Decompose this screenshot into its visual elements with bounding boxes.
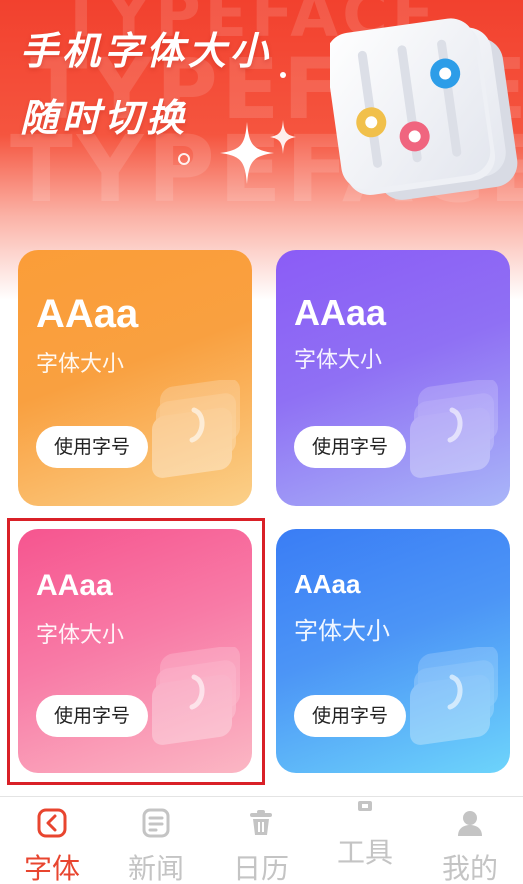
font-size-card[interactable]: AAaa 字体大小 使用字号 [18,529,252,773]
font-size-card[interactable]: AAaa 字体大小 使用字号 [276,529,510,773]
sparkle-icon [220,122,274,184]
font-sample-text: AAaa [294,569,361,599]
news-icon [142,808,170,838]
trash-icon [250,810,272,835]
use-font-size-button[interactable]: 使用字号 [36,695,149,737]
banner-title-line1: 手机字体大小 [20,29,273,73]
tab-label: 日历 [232,852,289,884]
card-label: 字体大小 [294,348,383,373]
font-tile-icon [410,647,498,745]
tab-mine[interactable]: 我的 [418,797,522,884]
font-icon [37,808,67,838]
font-tile-icon [152,380,240,478]
tab-calendar[interactable]: 日历 [209,797,313,884]
user-icon [458,811,482,836]
tab-tools[interactable]: 工具 [313,797,417,884]
tab-label: 工具 [336,836,393,869]
use-font-size-button[interactable]: 使用字号 [294,695,407,737]
sparkle-icon [270,120,296,154]
dot-decoration [280,72,286,78]
font-size-card[interactable]: AAaa 字体大小 使用字号 [276,250,510,506]
tab-font[interactable]: 字体 [0,797,104,884]
font-size-card[interactable]: AAaa 字体大小 使用字号 [18,250,252,506]
card-label: 字体大小 [36,352,125,377]
banner-title-line2: 随时切换 [20,96,189,140]
use-font-size-button[interactable]: 使用字号 [294,426,407,468]
bottom-tab-bar: 字体 新闻 日历 工具 我的 [0,796,523,884]
ring-decoration [178,153,190,165]
font-sample-text: AAaa [36,292,139,336]
tab-label: 我的 [441,852,498,884]
font-tile-icon [152,647,240,745]
toolbox-icon [358,801,372,811]
tab-label: 新闻 [127,852,184,884]
tab-label: 字体 [23,852,80,884]
font-tile-icon [410,380,498,478]
tab-news[interactable]: 新闻 [104,797,208,884]
font-sample-text: AAaa [294,292,387,333]
slider-settings-illustration [330,18,518,200]
card-label: 字体大小 [294,617,390,645]
card-label: 字体大小 [36,623,125,648]
use-font-size-button[interactable]: 使用字号 [36,426,149,468]
font-sample-text: AAaa [36,569,113,602]
